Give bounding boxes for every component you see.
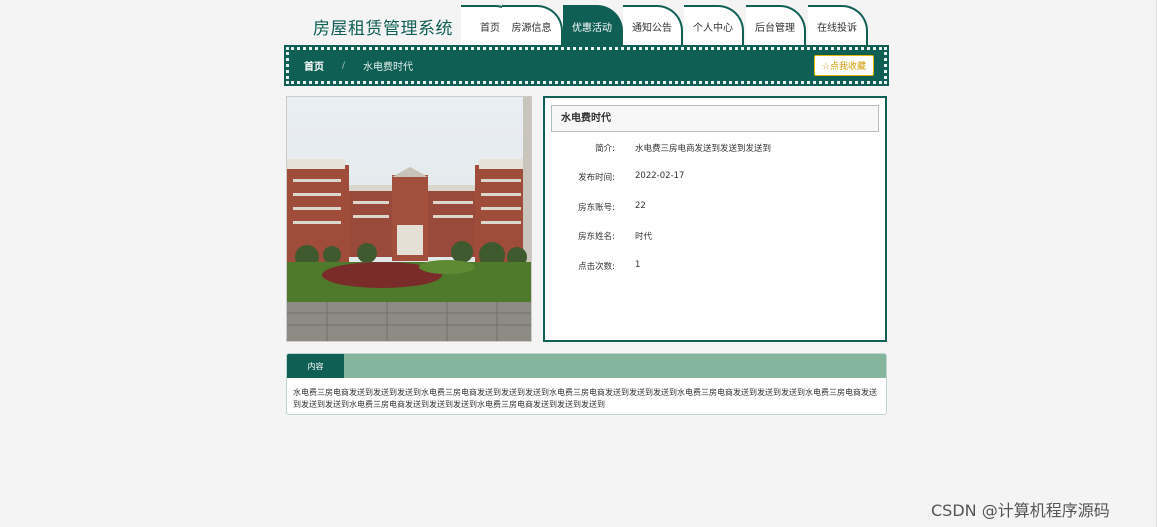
detail-panel: 水电费时代 简介: 水电费三房电商发送到发送到发送到 发布时间: 2022-02… <box>543 96 887 342</box>
breadcrumb-current: 水电费时代 <box>363 62 414 73</box>
breadcrumb: 首页 / 水电费时代 ☆点我收藏 <box>284 45 889 86</box>
breadcrumb-separator: / <box>342 60 346 71</box>
site-title: 房屋租赁管理系统 <box>313 19 453 39</box>
click-count-label: 点击次数: <box>578 262 615 272</box>
click-count-value: 1 <box>635 260 641 270</box>
nav-tab-personal-center[interactable]: 个人中心 <box>684 5 744 46</box>
content-tab-bar: 内容 <box>287 354 886 378</box>
breadcrumb-home-link[interactable]: 首页 <box>304 58 324 73</box>
landlord-name-value: 时代 <box>635 232 653 242</box>
landlord-name-label: 房东姓名: <box>578 232 615 242</box>
nav-tab-announcements[interactable]: 通知公告 <box>623 5 683 46</box>
publish-date-label: 发布时间: <box>578 173 615 183</box>
nav-tab-promotions[interactable]: 优惠活动 <box>563 5 623 46</box>
content-panel: 内容 水电费三房电商发送到发送到发送到水电费三房电商发送到发送到发送到水电费三房… <box>286 353 887 415</box>
intro-value: 水电费三房电商发送到发送到发送到 <box>635 144 772 154</box>
detail-title: 水电费时代 <box>551 105 879 132</box>
nav-tab-admin[interactable]: 后台管理 <box>746 5 806 46</box>
school-building-image <box>287 97 531 341</box>
publish-date-value: 2022-02-17 <box>635 171 685 181</box>
landlord-account-value: 22 <box>635 201 646 211</box>
nav-tab-complaints[interactable]: 在线投诉 <box>808 5 868 46</box>
watermark: CSDN @计算机程序源码 <box>931 501 1110 520</box>
intro-label: 简介: <box>595 144 615 154</box>
listing-photo <box>286 96 532 342</box>
favorite-button[interactable]: ☆点我收藏 <box>813 55 874 76</box>
tab-content[interactable]: 内容 <box>287 354 344 378</box>
nav-tab-listings[interactable]: 房源信息 <box>502 5 563 46</box>
content-text: 水电费三房电商发送到发送到发送到水电费三房电商发送到发送到发送到水电费三房电商发… <box>293 388 877 409</box>
landlord-account-label: 房东账号: <box>578 203 615 213</box>
